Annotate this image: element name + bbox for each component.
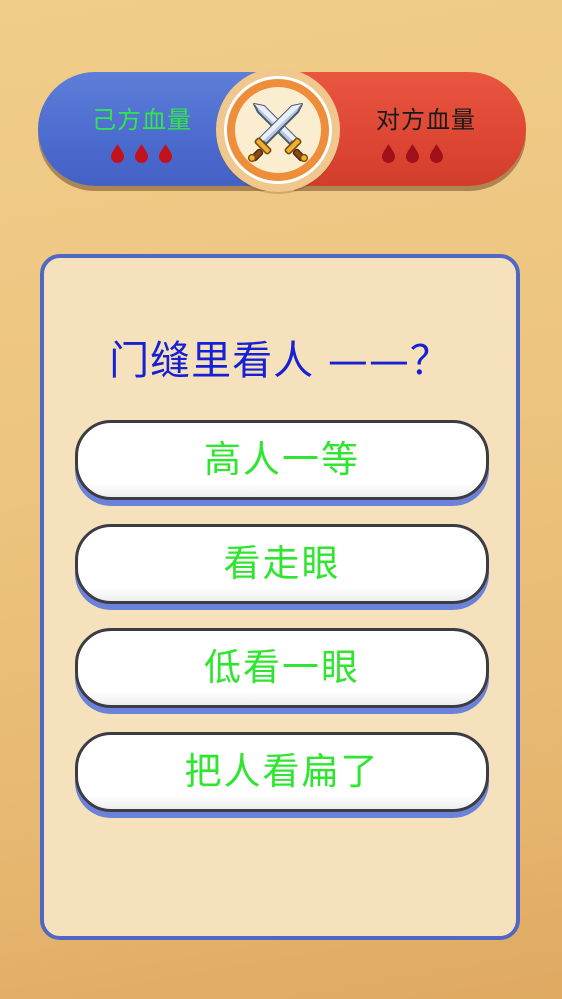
answer-option-3[interactable]: 低看一眼 xyxy=(75,628,489,708)
emblem-ring xyxy=(224,76,332,184)
blood-drop-icon xyxy=(159,144,172,163)
quiz-card: 门缝里看人 ——？ 高人一等 看走眼 低看一眼 把人看扁了 xyxy=(40,254,520,940)
answer-options: 高人一等 看走眼 低看一眼 把人看扁了 xyxy=(75,420,489,836)
crossed-swords-icon xyxy=(247,103,309,163)
emblem-inner xyxy=(235,87,321,173)
blood-drop-icon xyxy=(430,144,443,163)
answer-option-2[interactable]: 看走眼 xyxy=(75,524,489,604)
hp-bar: 己方血量 对方血量 xyxy=(38,68,526,192)
enemy-hp-drops xyxy=(381,144,444,163)
blood-drop-icon xyxy=(111,144,124,163)
enemy-hp-label: 对方血量 xyxy=(376,106,476,134)
blood-drop-icon xyxy=(406,144,419,163)
blood-drop-icon xyxy=(135,144,148,163)
self-hp-drops xyxy=(110,144,173,163)
battle-emblem xyxy=(216,68,340,192)
question-text: 门缝里看人 ——？ xyxy=(109,338,451,384)
answer-option-4[interactable]: 把人看扁了 xyxy=(75,732,489,812)
answer-option-1[interactable]: 高人一等 xyxy=(75,420,489,500)
self-hp-label: 己方血量 xyxy=(92,106,192,134)
blood-drop-icon xyxy=(382,144,395,163)
